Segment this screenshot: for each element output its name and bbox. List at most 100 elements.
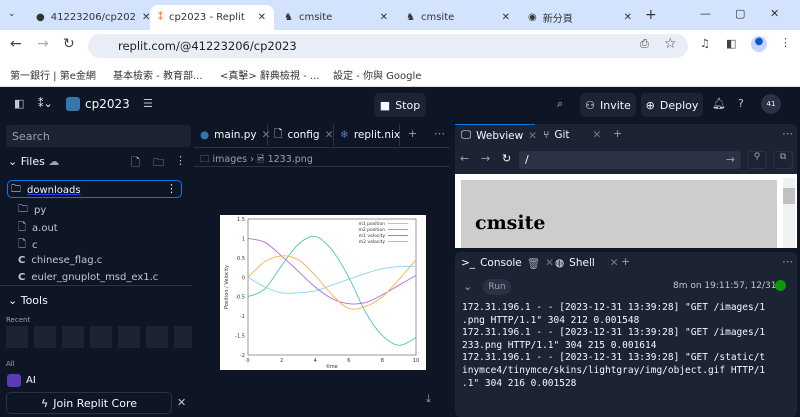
close-icon[interactable]: ✕ (610, 257, 619, 269)
workspace-icon[interactable]: ☰ (143, 97, 153, 110)
tools-header[interactable]: ⌄ Tools (8, 294, 48, 307)
close-icon[interactable]: ✕ (177, 396, 186, 409)
c-language-icon: C (18, 272, 26, 283)
bookmark-item[interactable]: 基本檢索 - 教育部... (113, 67, 203, 82)
bookmark-star-icon[interactable]: ☆ (664, 36, 677, 52)
lightning-icon: ϟ (40, 396, 49, 410)
more-icon[interactable]: ⋮ (175, 154, 186, 167)
folder-icon: 🗀 (11, 184, 21, 195)
add-tab-button[interactable]: + (408, 127, 417, 140)
add-tab-button[interactable]: + (621, 255, 630, 268)
file-item-downloads[interactable]: 🗀 downloads ⋮ (7, 180, 182, 198)
tab-cmsite-1[interactable]: ♞ cmsite ✕ (276, 5, 396, 30)
more-icon[interactable]: ⋯ (782, 127, 793, 140)
media-icon[interactable]: ♫ (700, 37, 710, 50)
project-name[interactable]: cp2023 (85, 97, 130, 111)
profile-avatar[interactable]: ● (751, 36, 767, 52)
bell-icon[interactable]: 🔔︎ (712, 97, 726, 110)
install-icon[interactable]: ⎙ (640, 37, 649, 51)
invite-button[interactable]: ⚇ Invite (580, 93, 636, 117)
open-new-tab-icon[interactable]: ⧉ (773, 151, 793, 169)
close-icon[interactable]: ✕ (528, 130, 537, 142)
download-icon[interactable]: ⤓ (426, 392, 431, 406)
reload-button[interactable]: ↻ (63, 36, 75, 52)
chrome-icon: ◉ (528, 12, 537, 23)
collapse-icon[interactable]: ⌄ (463, 280, 472, 293)
run-button[interactable]: Run (483, 279, 511, 295)
x-tick-label: 8 (381, 358, 384, 364)
webview-url-input[interactable]: / → (519, 151, 741, 169)
deploy-button[interactable]: ⊕ Deploy (641, 93, 703, 117)
bookmark-item[interactable]: 設定 - 你與 Google (333, 67, 421, 82)
tab-cmsite-2[interactable]: ♞ cmsite ✕ (398, 5, 518, 30)
tab-new[interactable]: ◉ 新分頁 ✕ (520, 5, 640, 30)
maximize-button[interactable]: ▢ (735, 7, 745, 20)
tab-replit-nix[interactable]: ❄ replit.nix (334, 124, 400, 146)
breadcrumb: 🗀 images › 🖻 1233.png (194, 147, 450, 167)
tab-replit[interactable]: ⁑ cp2023 - Replit ✕ (150, 5, 274, 30)
new-tab-button[interactable]: + (645, 7, 657, 23)
python-icon (66, 97, 80, 111)
file-item-a-out[interactable]: 🗋 a.out (18, 220, 58, 237)
tab-github[interactable]: ● 41223206/cp202 ✕ (28, 5, 150, 30)
files-header[interactable]: ⌄ Files ☁ (8, 155, 59, 168)
help-icon[interactable]: ? (738, 97, 744, 110)
devtools-icon[interactable]: ⚲ (747, 151, 767, 169)
add-tab-button[interactable]: + (613, 127, 622, 140)
tab-search-icon[interactable]: ⌄ (8, 9, 16, 19)
close-icon[interactable]: ✕ (258, 12, 266, 23)
forward-icon[interactable]: → (481, 152, 490, 165)
git-icon: ⑂ (543, 129, 550, 141)
monitor-icon: 🖵 (461, 129, 472, 141)
back-button[interactable]: ← (10, 36, 22, 52)
file-item-py[interactable]: 🗀 py (18, 202, 46, 219)
breadcrumb-folder[interactable]: images (213, 154, 248, 165)
new-folder-icon[interactable]: 🗀 (153, 154, 164, 173)
reload-icon[interactable]: ↻ (502, 152, 511, 165)
tab-git[interactable]: ⑂ Git ✕ (537, 124, 607, 146)
search-icon[interactable]: ⌕ (557, 97, 563, 111)
more-icon[interactable]: ⋮ (166, 182, 177, 195)
tool-ai[interactable]: AI (26, 375, 36, 386)
close-window-button[interactable]: ✕ (770, 7, 779, 20)
stop-button[interactable]: ■ Stop (374, 93, 426, 117)
url-input[interactable]: replit.com/@41223206/cp2023 (88, 34, 688, 58)
sidebar-toggle-icon[interactable]: ◧ (14, 97, 24, 110)
close-icon[interactable]: ✕ (380, 12, 388, 23)
avatar[interactable]: 41 (761, 94, 781, 114)
bookmark-item[interactable]: <真擊> 辭典檢視 - ... (220, 67, 319, 82)
x-tick-label: 6 (347, 358, 350, 364)
github-icon: ● (36, 12, 45, 23)
new-file-icon[interactable]: 🗋 (131, 154, 140, 173)
stop-icon: ■ (379, 98, 391, 112)
close-icon[interactable]: ✕ (624, 12, 632, 23)
tab-console[interactable]: >_ Console 🗑 ✕ (455, 252, 554, 274)
search-input[interactable]: Search (6, 125, 191, 147)
ai-icon (7, 374, 21, 387)
close-icon[interactable]: ✕ (502, 12, 510, 23)
more-icon[interactable]: ⋯ (434, 127, 445, 140)
trash-icon[interactable]: 🗑 (527, 257, 540, 270)
bookmark-item[interactable]: 第一銀行 | 第e金網 (10, 67, 96, 82)
close-icon[interactable]: ✕ (325, 129, 334, 141)
tab-main-py[interactable]: ● main.py ✕ (194, 124, 270, 146)
console-line: 172.31.196.1 - - [2023-12-31 13:39:28] "… (462, 327, 766, 339)
file-item-c[interactable]: 🗋 c (18, 237, 38, 254)
back-icon[interactable]: ← (460, 152, 469, 165)
more-icon[interactable]: ⋯ (782, 255, 793, 268)
site-title: cmsite (475, 212, 546, 234)
tab-shell[interactable]: ◍ Shell ✕ (549, 252, 619, 274)
file-item-euler[interactable]: Ceuler_gnuplot_msd_ex1.c (18, 272, 158, 283)
side-panel-icon[interactable]: ◧ (726, 37, 736, 50)
scrollbar[interactable] (783, 178, 795, 248)
join-core-button[interactable]: ϟ Join Replit Core (6, 392, 172, 414)
tab-config[interactable]: 🗋 config ✕ (268, 124, 334, 146)
tab-webview[interactable]: 🖵 Webview ✕ (455, 124, 537, 146)
close-icon[interactable]: ✕ (592, 129, 601, 141)
replit-menu-icon[interactable]: ⁑⌄ (38, 97, 53, 110)
breadcrumb-file[interactable]: 1233.png (268, 154, 313, 165)
menu-icon[interactable]: ⋮ (780, 36, 791, 49)
file-item-chinese-flag[interactable]: Cchinese_flag.c (18, 255, 102, 266)
minimize-button[interactable]: — (700, 7, 711, 20)
forward-button[interactable]: → (37, 36, 49, 52)
